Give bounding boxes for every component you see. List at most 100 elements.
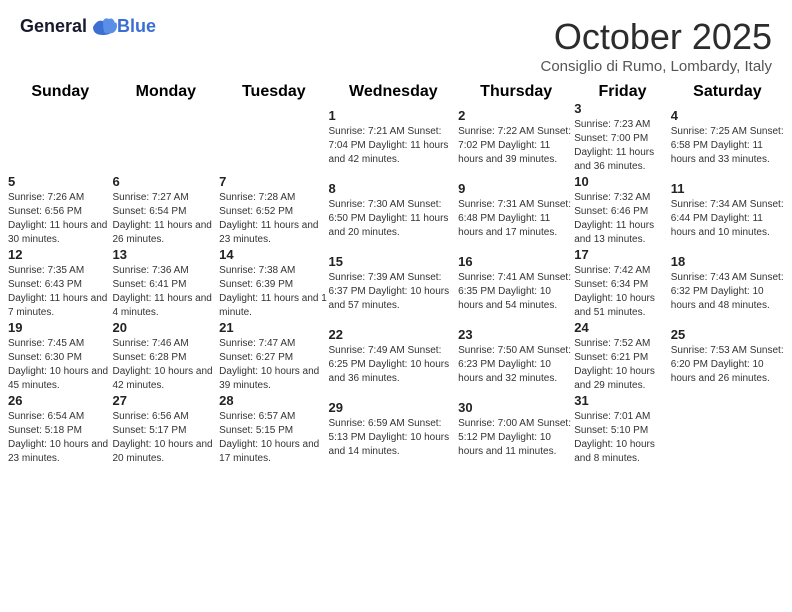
title-block: October 2025 Consiglio di Rumo, Lombardy… <box>541 16 773 75</box>
calendar-cell: 21 Sunrise: 7:47 AM Sunset: 6:27 PM Dayli… <box>219 320 328 393</box>
day-number: 3 <box>574 101 671 116</box>
day-info: Sunrise: 7:49 AM Sunset: 6:25 PM Dayligh… <box>329 344 459 386</box>
calendar-cell: 7 Sunrise: 7:28 AM Sunset: 6:52 PM Daylig… <box>219 174 328 247</box>
day-info: Sunrise: 7:21 AM Sunset: 7:04 PM Dayligh… <box>329 125 459 167</box>
weekday-header-row: Sunday Monday Tuesday Wednesday Thursday… <box>8 83 784 101</box>
header-wednesday: Wednesday <box>329 83 459 101</box>
calendar-cell: 20 Sunrise: 7:46 AM Sunset: 6:28 PM Dayli… <box>113 320 220 393</box>
calendar-cell: 24Sunrise: 7:52 AM Sunset: 6:21 PM Dayli… <box>574 320 671 393</box>
day-number: 18 <box>671 254 784 269</box>
day-info: Sunrise: 7:23 AM Sunset: 7:00 PM Dayligh… <box>574 118 671 174</box>
day-number: 16 <box>458 254 574 269</box>
header-friday: Friday <box>574 83 671 101</box>
day-info: Sunrise: 6:59 AM Sunset: 5:13 PM Dayligh… <box>329 417 459 459</box>
day-info: Sunrise: 7:22 AM Sunset: 7:02 PM Dayligh… <box>458 125 574 167</box>
day-number: 21 <box>219 320 328 335</box>
header-saturday: Saturday <box>671 83 784 101</box>
calendar-cell: 11 Sunrise: 7:34 AM Sunset: 6:44 PM Dayli… <box>671 174 784 247</box>
day-info: Sunrise: 7:45 AM Sunset: 6:30 PM Dayligh… <box>8 337 113 393</box>
day-info: Sunrise: 7:43 AM Sunset: 6:32 PM Dayligh… <box>671 271 784 313</box>
calendar-cell: 3 Sunrise: 7:23 AM Sunset: 7:00 PM Daylig… <box>574 101 671 174</box>
day-number: 26 <box>8 393 113 408</box>
day-number: 19 <box>8 320 113 335</box>
day-info: Sunrise: 7:28 AM Sunset: 6:52 PM Dayligh… <box>219 191 328 247</box>
month-title: October 2025 <box>541 16 773 58</box>
calendar-cell: 30 Sunrise: 7:00 AM Sunset: 5:12 PM Dayli… <box>458 393 574 466</box>
calendar-cell: 6 Sunrise: 7:27 AM Sunset: 6:54 PM Daylig… <box>113 174 220 247</box>
day-number: 28 <box>219 393 328 408</box>
location: Consiglio di Rumo, Lombardy, Italy <box>541 58 773 75</box>
day-number: 5 <box>8 174 113 189</box>
day-info: Sunrise: 7:42 AM Sunset: 6:34 PM Dayligh… <box>574 264 671 320</box>
day-number: 27 <box>113 393 220 408</box>
day-info: Sunrise: 7:41 AM Sunset: 6:35 PM Dayligh… <box>458 271 574 313</box>
day-info: Sunrise: 6:57 AM Sunset: 5:15 PM Dayligh… <box>219 410 328 466</box>
calendar-cell: 2 Sunrise: 7:22 AM Sunset: 7:02 PM Daylig… <box>458 101 574 174</box>
calendar-cell: 14Sunrise: 7:38 AM Sunset: 6:39 PM Dayli… <box>219 247 328 320</box>
day-number: 30 <box>458 400 574 415</box>
day-info: Sunrise: 6:54 AM Sunset: 5:18 PM Dayligh… <box>8 410 113 466</box>
calendar-cell: 12 Sunrise: 7:35 AM Sunset: 6:43 PM Dayli… <box>8 247 113 320</box>
day-number: 24 <box>574 320 671 335</box>
day-number: 12 <box>8 247 113 262</box>
logo-icon <box>89 17 117 37</box>
day-info: Sunrise: 7:25 AM Sunset: 6:58 PM Dayligh… <box>671 125 784 167</box>
day-info: Sunrise: 7:27 AM Sunset: 6:54 PM Dayligh… <box>113 191 220 247</box>
calendar-cell: 13Sunrise: 7:36 AM Sunset: 6:41 PM Dayli… <box>113 247 220 320</box>
week-row-5: 26 Sunrise: 6:54 AM Sunset: 5:18 PM Dayli… <box>8 393 784 466</box>
calendar-cell: 4 Sunrise: 7:25 AM Sunset: 6:58 PM Daylig… <box>671 101 784 174</box>
calendar-cell: 1Sunrise: 7:21 AM Sunset: 7:04 PM Daylig… <box>329 101 459 174</box>
header-thursday: Thursday <box>458 83 574 101</box>
day-info: Sunrise: 7:31 AM Sunset: 6:48 PM Dayligh… <box>458 198 574 240</box>
day-number: 15 <box>329 254 459 269</box>
day-info: Sunrise: 7:30 AM Sunset: 6:50 PM Dayligh… <box>329 198 459 240</box>
calendar-cell: 27Sunrise: 6:56 AM Sunset: 5:17 PM Dayli… <box>113 393 220 466</box>
calendar-cell: 22 Sunrise: 7:49 AM Sunset: 6:25 PM Dayli… <box>329 320 459 393</box>
day-info: Sunrise: 7:47 AM Sunset: 6:27 PM Dayligh… <box>219 337 328 393</box>
day-number: 25 <box>671 327 784 342</box>
header-tuesday: Tuesday <box>219 83 328 101</box>
day-number: 20 <box>113 320 220 335</box>
calendar-table: Sunday Monday Tuesday Wednesday Thursday… <box>8 83 784 466</box>
day-number: 29 <box>329 400 459 415</box>
day-number: 22 <box>329 327 459 342</box>
day-number: 11 <box>671 181 784 196</box>
day-number: 4 <box>671 108 784 123</box>
calendar-cell: 5 Sunrise: 7:26 AM Sunset: 6:56 PM Daylig… <box>8 174 113 247</box>
logo: General Blue <box>20 16 156 37</box>
day-info: Sunrise: 7:46 AM Sunset: 6:28 PM Dayligh… <box>113 337 220 393</box>
day-number: 7 <box>219 174 328 189</box>
calendar-cell: 15 Sunrise: 7:39 AM Sunset: 6:37 PM Dayli… <box>329 247 459 320</box>
calendar-wrapper: Sunday Monday Tuesday Wednesday Thursday… <box>0 83 792 474</box>
day-info: Sunrise: 7:38 AM Sunset: 6:39 PM Dayligh… <box>219 264 328 320</box>
day-info: Sunrise: 7:01 AM Sunset: 5:10 PM Dayligh… <box>574 410 671 466</box>
day-info: Sunrise: 7:50 AM Sunset: 6:23 PM Dayligh… <box>458 344 574 386</box>
day-info: Sunrise: 7:39 AM Sunset: 6:37 PM Dayligh… <box>329 271 459 313</box>
calendar-cell <box>671 393 784 466</box>
header-monday: Monday <box>113 83 220 101</box>
day-number: 10 <box>574 174 671 189</box>
day-info: Sunrise: 7:35 AM Sunset: 6:43 PM Dayligh… <box>8 264 113 320</box>
day-number: 9 <box>458 181 574 196</box>
calendar-cell: 29 Sunrise: 6:59 AM Sunset: 5:13 PM Dayli… <box>329 393 459 466</box>
calendar-cell: 17Sunrise: 7:42 AM Sunset: 6:34 PM Dayli… <box>574 247 671 320</box>
day-number: 6 <box>113 174 220 189</box>
header: General Blue October 2025 Consiglio di R… <box>0 0 792 83</box>
calendar-cell: 18 Sunrise: 7:43 AM Sunset: 6:32 PM Dayli… <box>671 247 784 320</box>
day-info: Sunrise: 7:32 AM Sunset: 6:46 PM Dayligh… <box>574 191 671 247</box>
day-info: Sunrise: 7:00 AM Sunset: 5:12 PM Dayligh… <box>458 417 574 459</box>
day-info: Sunrise: 7:26 AM Sunset: 6:56 PM Dayligh… <box>8 191 113 247</box>
calendar-cell: 10 Sunrise: 7:32 AM Sunset: 6:46 PM Dayli… <box>574 174 671 247</box>
day-info: Sunrise: 7:36 AM Sunset: 6:41 PM Dayligh… <box>113 264 220 320</box>
header-sunday: Sunday <box>8 83 113 101</box>
calendar-cell: 9 Sunrise: 7:31 AM Sunset: 6:48 PM Daylig… <box>458 174 574 247</box>
calendar-cell: 16 Sunrise: 7:41 AM Sunset: 6:35 PM Dayli… <box>458 247 574 320</box>
day-info: Sunrise: 7:34 AM Sunset: 6:44 PM Dayligh… <box>671 198 784 240</box>
logo-blue-text: Blue <box>117 16 156 37</box>
calendar-cell <box>8 101 113 174</box>
week-row-1: 1Sunrise: 7:21 AM Sunset: 7:04 PM Daylig… <box>8 101 784 174</box>
calendar-cell: 19 Sunrise: 7:45 AM Sunset: 6:30 PM Dayli… <box>8 320 113 393</box>
calendar-cell: 28 Sunrise: 6:57 AM Sunset: 5:15 PM Dayli… <box>219 393 328 466</box>
day-number: 8 <box>329 181 459 196</box>
day-number: 2 <box>458 108 574 123</box>
